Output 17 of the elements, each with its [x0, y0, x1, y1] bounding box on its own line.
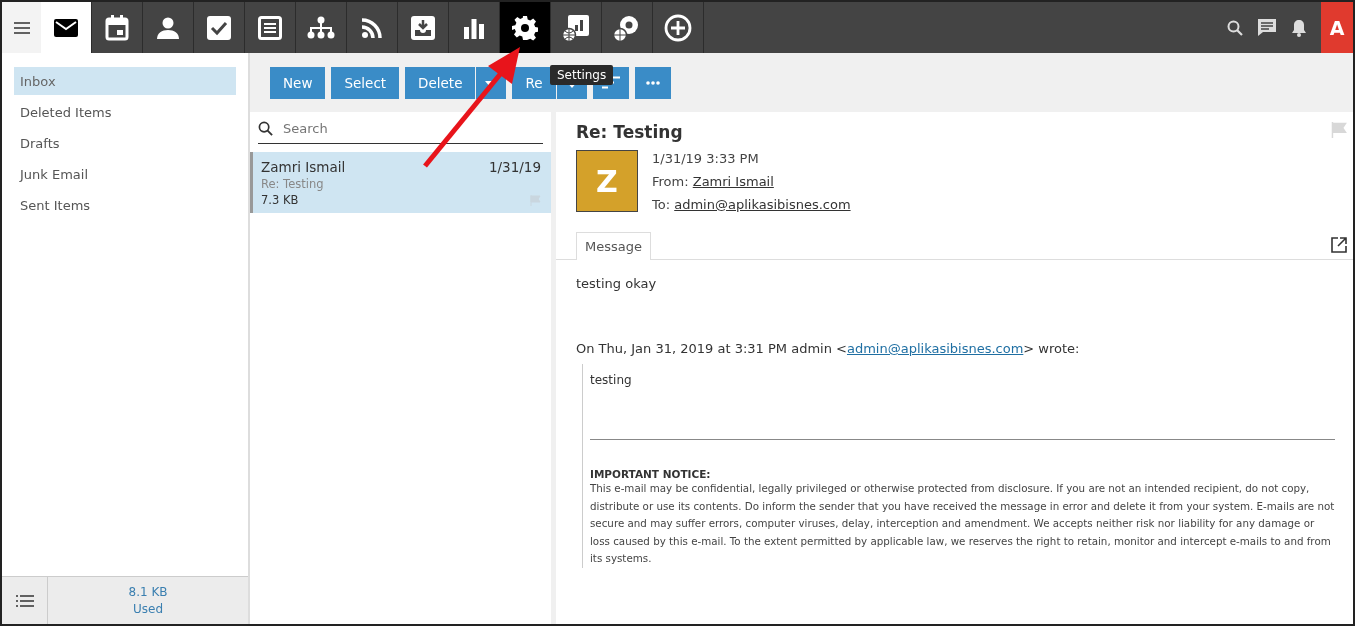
storage-label: Used [132, 600, 163, 618]
to-label: To: [652, 197, 671, 212]
quoted-text: testing [590, 373, 633, 387]
storage-size: 8.1 KB [128, 583, 168, 601]
notice-text: This e-mail may be confidential, legally privileged or otherwise protected from disclosure. If you are not an intended recipient, do not copy, distribute or use its contents. Do inform the sender that you have received the message in error and delete it from your system. E-mails are not secure and may suffer errors, computer viruses, delay, interception and amendment. We accepts neither risk nor liability for any damage or loss caused by this e-mail. To the extent permitted by applicable law, we reserves the right to retain, monitor and intercept e-mails to and from its systems. [590, 481, 1335, 566]
message-subject: Re: Testing [261, 177, 325, 191]
email-subject: Re: Testing [576, 122, 683, 142]
message-sender: Zamri Ismail [261, 159, 346, 175]
sender-avatar: Z [576, 150, 638, 212]
quote-header: On Thu, Jan 31, 2019 at 3:31 PM admin <admin@aplikasibisnes.com> wrote: [576, 341, 1081, 356]
message-size: 7.3 KB [261, 193, 299, 207]
notice-title: IMPORTANT NOTICE: [590, 468, 712, 480]
message-date: 1/31/19 [488, 159, 541, 175]
from-label: From: [652, 174, 689, 189]
email-date: 1/31/19 3:33 PM [652, 150, 760, 168]
message-text: testing okay [576, 276, 658, 291]
tooltip: Settings [550, 65, 614, 85]
